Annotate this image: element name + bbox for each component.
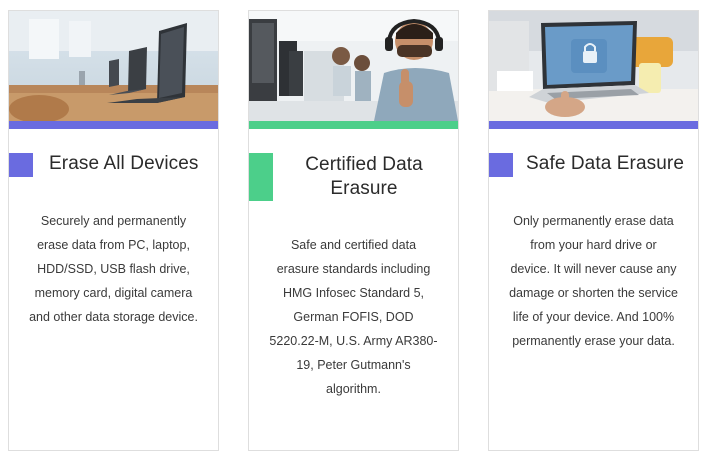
title-marker [9,153,33,177]
card-title: Erase All Devices [49,153,199,174]
card-description: Securely and permanently erase data from… [29,214,198,324]
feature-card-certified-data-erasure: Certified Data Erasure Safe and certifie… [248,10,459,451]
title-marker [489,153,513,177]
card-title: Certified Data Erasure [305,154,423,199]
laptop-lock-screen-photo [489,11,698,121]
office-laptops-photo [9,11,218,121]
card-title: Safe Data Erasure [526,153,685,174]
accent-bar [489,121,698,129]
card-description: Only permanently erase data from your ha… [509,214,678,348]
support-agent-thumbs-up-photo [249,11,458,121]
accent-bar [9,121,218,129]
feature-card-erase-all-devices: Erase All Devices Securely and permanent… [8,10,219,451]
feature-card-safe-data-erasure: Safe Data Erasure Only permanently erase… [488,10,699,451]
accent-bar [249,121,458,129]
card-description: Safe and certified data erasure standard… [269,238,438,396]
title-marker [249,153,273,201]
